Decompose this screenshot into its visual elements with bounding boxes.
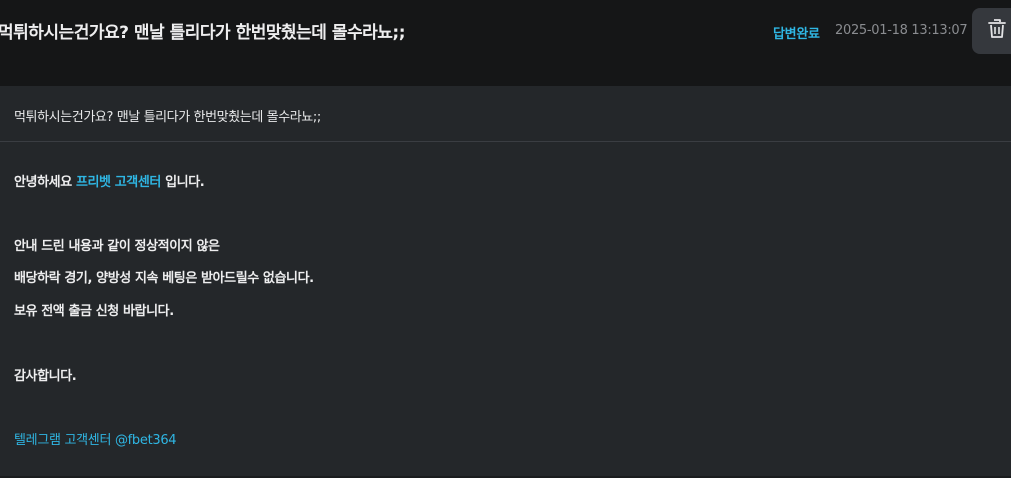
reply-line-1: 안내 드린 내용과 같이 정상적이지 않은 [14, 239, 220, 254]
inquiry-date: 2025-01-18 13:13:07 [835, 23, 968, 38]
greeting-suffix: 입니다. [160, 175, 205, 190]
delete-button[interactable] [972, 8, 1011, 54]
reply-greeting: 안녕하세요 프리벳 고객센터 입니다. [14, 171, 205, 190]
trash-icon [988, 19, 1006, 43]
reply-line-3: 보유 전액 출금 신청 바랍니다. [14, 304, 174, 319]
inquiry-title: 먹튀하시는건가요? 맨날 틀리다가 한번맞췄는데 몰수라뇨;; [0, 23, 406, 43]
status-badge: 답변완료 [773, 27, 820, 42]
greeting-prefix: 안녕하세요 [14, 175, 76, 190]
inquiry-detail-panel: 먹튀하시는건가요? 맨날 틀리다가 한번맞췄는데 몰수라뇨;; 안녕하세요 프리… [0, 86, 1011, 478]
message-subject: 먹튀하시는건가요? 맨날 틀리다가 한번맞췄는데 몰수라뇨;; [14, 110, 321, 125]
inquiry-header: 먹튀하시는건가요? 맨날 틀리다가 한번맞췄는데 몰수라뇨;; 답변완료 202… [0, 0, 1011, 66]
brand-name: 프리벳 고객센터 [75, 175, 161, 190]
telegram-link[interactable]: 텔레그램 고객센터 @fbet364 [14, 429, 177, 448]
reply-thanks: 감사합니다. [14, 369, 77, 384]
divider [0, 141, 1011, 142]
reply-line-2: 배당하락 경기, 양방성 지속 베팅은 받아드릴수 없습니다. [14, 271, 314, 286]
